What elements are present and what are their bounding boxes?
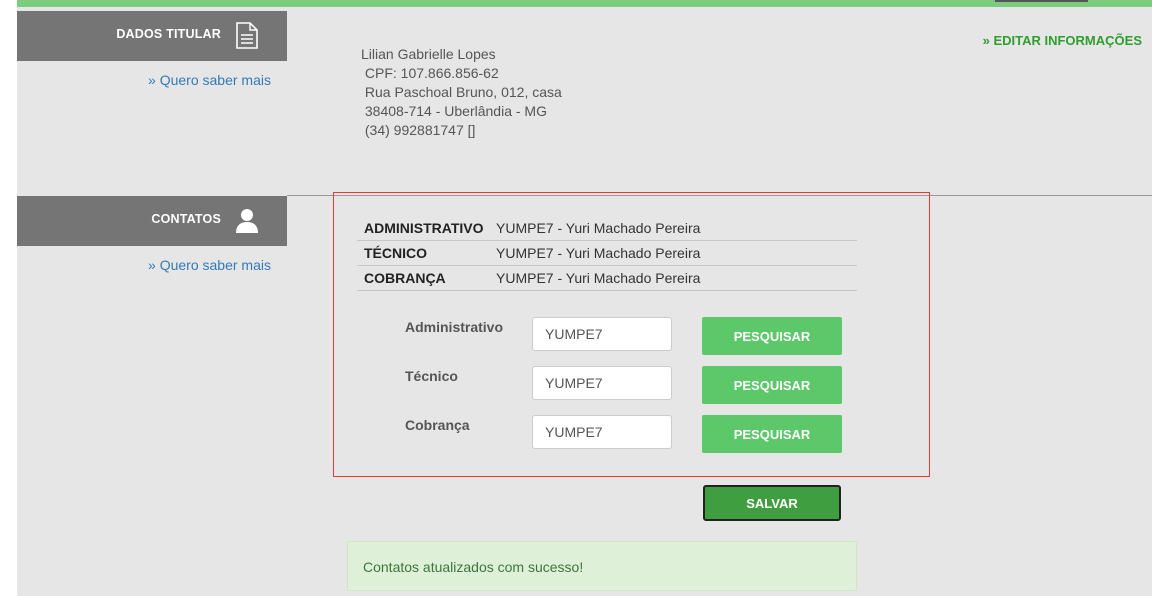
form-row-administrativo: Administrativo PESQUISAR (405, 317, 845, 357)
owner-section-header: DADOS TITULAR (17, 11, 287, 61)
contact-value: YUMPE7 - Yuri Machado Pereira (496, 216, 857, 241)
field-label: Técnico (405, 368, 458, 384)
table-row: TÉCNICO YUMPE7 - Yuri Machado Pereira (357, 240, 857, 266)
success-alert: Contatos atualizados com sucesso! (347, 541, 857, 591)
contact-value: YUMPE7 - Yuri Machado Pereira (496, 240, 857, 266)
document-icon (235, 22, 259, 49)
owner-section-title: DADOS TITULAR (116, 27, 221, 41)
administrativo-input[interactable] (532, 317, 672, 351)
field-label: Administrativo (405, 319, 504, 335)
contact-value: YUMPE7 - Yuri Machado Pereira (496, 265, 857, 291)
contact-role: TÉCNICO (357, 240, 496, 266)
top-bar (17, 0, 1152, 7)
contacts-section-title: CONTATOS (151, 212, 221, 226)
search-administrativo-button[interactable]: PESQUISAR (702, 317, 842, 355)
contacts-table: ADMINISTRATIVO YUMPE7 - Yuri Machado Per… (357, 216, 857, 291)
owner-address: Rua Paschoal Bruno, 012, casa (361, 84, 562, 100)
search-cobranca-button[interactable]: PESQUISAR (702, 415, 842, 453)
contact-role: ADMINISTRATIVO (357, 216, 496, 241)
form-row-cobranca: Cobrança PESQUISAR (405, 415, 845, 455)
user-icon (235, 207, 259, 234)
owner-cpf: CPF: 107.866.856-62 (361, 65, 499, 81)
tecnico-input[interactable] (532, 366, 672, 400)
field-label: Cobrança (405, 417, 470, 433)
contacts-more-link[interactable]: » Quero saber mais (148, 257, 271, 273)
owner-info: Lilian Gabrielle Lopes CPF: 107.866.856-… (361, 45, 562, 140)
contacts-section-header: CONTATOS (17, 196, 287, 246)
form-row-tecnico: Técnico PESQUISAR (405, 366, 845, 406)
edit-info-link[interactable]: » EDITAR INFORMAÇÕES (983, 33, 1142, 48)
top-bar-tab[interactable] (995, 0, 1088, 2)
owner-phone: (34) 992881747 [] (361, 122, 476, 138)
table-row: COBRANÇA YUMPE7 - Yuri Machado Pereira (357, 265, 857, 291)
cobranca-input[interactable] (532, 415, 672, 449)
save-button[interactable]: SALVAR (703, 485, 841, 521)
search-tecnico-button[interactable]: PESQUISAR (702, 366, 842, 404)
owner-city: 38408-714 - Uberlândia - MG (361, 103, 547, 119)
owner-more-link[interactable]: » Quero saber mais (148, 72, 271, 88)
table-row: ADMINISTRATIVO YUMPE7 - Yuri Machado Per… (357, 216, 857, 241)
contact-role: COBRANÇA (357, 265, 496, 291)
owner-name: Lilian Gabrielle Lopes (361, 46, 496, 62)
